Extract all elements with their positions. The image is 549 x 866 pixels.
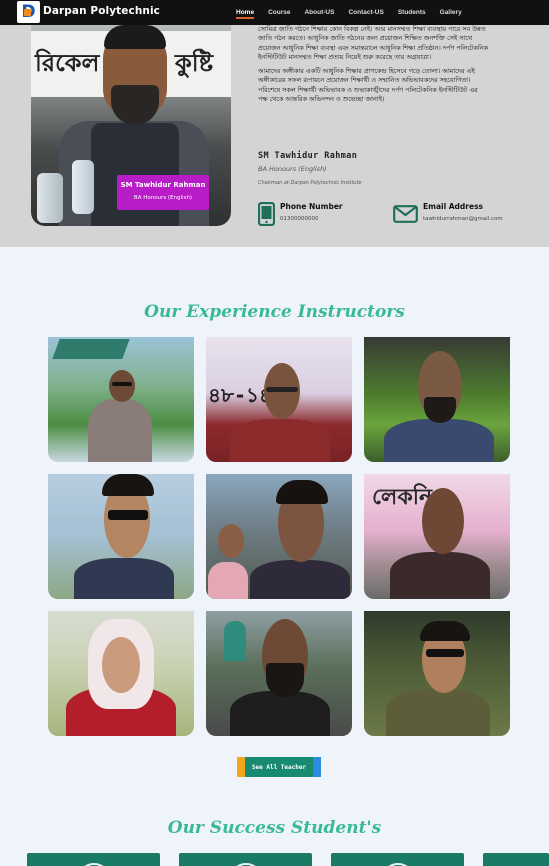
glasses-graphic <box>112 382 132 386</box>
figure-head <box>218 524 244 558</box>
figure-head <box>422 488 464 554</box>
figure-body <box>230 691 330 736</box>
chairman-photo: রিকেল কুষ্টি SM Tawhidur Rahman BA Honou… <box>31 25 231 226</box>
banner-text-right: কুষ্টি <box>175 49 214 77</box>
bottle-graphic <box>37 173 63 223</box>
nav-item-contact[interactable]: Contact-US <box>348 9 383 16</box>
photo-caption-tag: SM Tawhidur Rahman BA Honours (English) <box>117 175 209 210</box>
brand-name[interactable]: Darpan Polytechnic <box>43 5 160 17</box>
student-card[interactable] <box>483 853 549 866</box>
beard-graphic <box>266 663 304 697</box>
figure-body <box>250 560 350 599</box>
bottle-graphic <box>72 160 94 214</box>
sunglasses-graphic <box>108 510 148 520</box>
chairman-message: সোমিত্র জাতি গঠনে শিক্ষার কোন বিকল্প নেই… <box>258 25 488 104</box>
email-value: tawhidurrahman@gmail.com <box>423 216 503 222</box>
sunglasses-graphic <box>426 649 464 657</box>
chairman-signature: SM Tawhidur Rahman <box>258 151 358 161</box>
figure-body <box>384 419 494 462</box>
phone-value: 01300000000 <box>280 216 319 222</box>
figure-body <box>208 562 248 599</box>
instructor-card[interactable] <box>364 337 510 462</box>
glasses-graphic <box>266 387 298 392</box>
figure-head <box>109 370 135 402</box>
instructor-card[interactable] <box>48 611 194 736</box>
message-paragraph-1: সোমিত্র জাতি গঠনে শিক্ষার কোন বিকল্প নেই… <box>258 25 488 61</box>
instructor-card[interactable] <box>48 337 194 462</box>
photo-caption-degree: BA Honours (English) <box>133 195 193 201</box>
students-title: Our Success Student's <box>167 818 382 838</box>
instructor-card[interactable]: লেকনি <box>364 474 510 599</box>
instructor-card[interactable] <box>206 611 352 736</box>
student-card[interactable] <box>331 853 464 866</box>
gazebo-roof <box>52 339 130 359</box>
instructors-title: Our Experience Instructors <box>144 302 405 322</box>
nav-item-about[interactable]: About-US <box>304 9 334 16</box>
nav-menu: Home Course About-US Contact-US Students… <box>236 0 476 25</box>
see-all-teacher-button[interactable]: See All Teacher <box>237 757 321 777</box>
hair-graphic <box>420 621 470 641</box>
hair-graphic <box>276 480 328 504</box>
chairman-role: Chairman at Darpan Polytechnic Institute <box>258 180 362 186</box>
student-card[interactable] <box>179 853 312 866</box>
figure-body <box>230 419 330 462</box>
phone-label: Phone Number <box>280 202 343 211</box>
chairman-degree: BA Honours (English) <box>258 165 327 173</box>
figure-body <box>386 689 490 736</box>
top-navbar: D Darpan Polytechnic Home Course About-U… <box>0 0 549 25</box>
hair-graphic <box>102 474 154 496</box>
bystander-graphic <box>224 621 246 661</box>
nav-item-students[interactable]: Students <box>398 9 426 16</box>
figure-head <box>102 637 140 693</box>
chairman-section: রিকেল কুষ্টি SM Tawhidur Rahman BA Honou… <box>0 25 549 247</box>
photo-caption-name: SM Tawhidur Rahman <box>120 181 206 189</box>
banner-text-left: রিকেল <box>35 49 100 77</box>
student-card[interactable] <box>27 853 160 866</box>
instructor-card[interactable] <box>364 611 510 736</box>
figure-cap <box>104 25 166 49</box>
figure-body <box>88 399 152 462</box>
nav-item-home[interactable]: Home <box>236 9 255 19</box>
nav-item-gallery[interactable]: Gallery <box>440 9 462 16</box>
figure-body <box>74 558 174 599</box>
nav-item-course[interactable]: Course <box>268 9 290 16</box>
email-label: Email Address <box>423 202 484 211</box>
instructor-card[interactable] <box>48 474 194 599</box>
instructor-card[interactable] <box>206 474 352 599</box>
envelope-icon <box>393 205 418 223</box>
figure-body <box>390 552 490 599</box>
phone-icon <box>258 202 275 226</box>
logo-icon[interactable]: D <box>17 1 40 23</box>
message-paragraph-2: আমাদের অঙ্গীকার একটি আধুনিক শিক্ষার প্রা… <box>258 67 478 104</box>
figure-beard <box>111 85 159 125</box>
instructor-card[interactable]: ৪৮-১৪৩ <box>206 337 352 462</box>
see-all-teacher-label: See All Teacher <box>251 763 307 771</box>
